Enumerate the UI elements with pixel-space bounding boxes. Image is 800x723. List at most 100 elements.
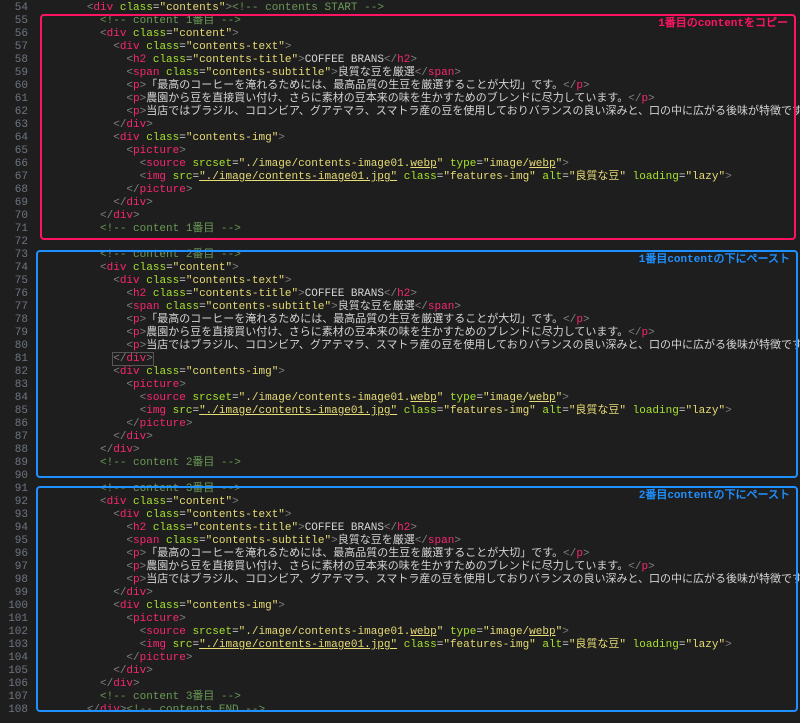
code-line[interactable] [34, 470, 800, 483]
code-line[interactable]: </picture> [34, 652, 800, 665]
line-number: 79 [0, 327, 34, 340]
code-line[interactable]: </div> [34, 197, 800, 210]
code-line[interactable]: <!-- content 2番目 --> [34, 457, 800, 470]
code-line[interactable]: <span class="contents-subtitle">良質な豆を厳選<… [34, 301, 800, 314]
line-number: 84 [0, 392, 34, 405]
line-number: 67 [0, 171, 34, 184]
line-number: 100 [0, 600, 34, 613]
code-line[interactable]: <div class="contents-img"> [34, 600, 800, 613]
line-number: 94 [0, 522, 34, 535]
line-number: 86 [0, 418, 34, 431]
line-number: 101 [0, 613, 34, 626]
code-line[interactable]: </picture> [34, 418, 800, 431]
code-line[interactable]: <div class="contents-img"> [34, 132, 800, 145]
code-line[interactable] [34, 236, 800, 249]
code-line[interactable]: <div class="contents-text"> [34, 41, 800, 54]
line-number: 58 [0, 54, 34, 67]
line-number: 91 [0, 483, 34, 496]
line-number: 77 [0, 301, 34, 314]
code-line[interactable]: <p>当店ではブラジル、コロンビア、グアテマラ、スマトラ産の豆を使用しておりバラ… [34, 340, 800, 353]
code-line[interactable]: </picture> [34, 184, 800, 197]
code-line[interactable]: <p>農園から豆を直接買い付け、さらに素材の豆本来の味を生かすためのブレンドに尽… [34, 561, 800, 574]
code-line[interactable]: </div> [34, 353, 800, 366]
code-line[interactable]: <!-- content 3番目 --> [34, 483, 800, 496]
line-number: 71 [0, 223, 34, 236]
code-line[interactable]: <source srcset="./image/contents-image01… [34, 392, 800, 405]
code-line[interactable]: <h2 class="contents-title">COFFEE BRANS<… [34, 288, 800, 301]
line-number: 59 [0, 67, 34, 80]
code-line[interactable]: <div class="contents-text"> [34, 275, 800, 288]
code-line[interactable]: </div> [34, 678, 800, 691]
code-line[interactable]: <div class="content"> [34, 28, 800, 41]
code-area[interactable]: <div class="contents"><!-- contents STAR… [34, 0, 800, 717]
line-number: 98 [0, 574, 34, 587]
code-line[interactable]: <!-- content 1番目 --> [34, 223, 800, 236]
line-number: 95 [0, 535, 34, 548]
line-number: 62 [0, 106, 34, 119]
code-line[interactable]: <p>「最高のコーヒーを淹れるためには、最高品質の生豆を厳選することが大切」です… [34, 314, 800, 327]
line-number: 80 [0, 340, 34, 353]
code-line[interactable]: <p>農園から豆を直接買い付け、さらに素材の豆本来の味を生かすためのブレンドに尽… [34, 327, 800, 340]
code-line[interactable]: <div class="contents"><!-- contents STAR… [34, 2, 800, 15]
line-number: 99 [0, 587, 34, 600]
line-number: 72 [0, 236, 34, 249]
code-line[interactable]: <div class="content"> [34, 262, 800, 275]
line-number: 66 [0, 158, 34, 171]
code-line[interactable]: <picture> [34, 379, 800, 392]
code-line[interactable]: <img src="./image/contents-image01.jpg" … [34, 639, 800, 652]
line-number: 85 [0, 405, 34, 418]
code-line[interactable]: <span class="contents-subtitle">良質な豆を厳選<… [34, 67, 800, 80]
line-number: 60 [0, 80, 34, 93]
line-number: 73 [0, 249, 34, 262]
code-line[interactable]: <source srcset="./image/contents-image01… [34, 158, 800, 171]
line-number: 102 [0, 626, 34, 639]
code-line[interactable]: </div> [34, 210, 800, 223]
line-number: 57 [0, 41, 34, 54]
code-line[interactable]: </div><!-- contents END --> [34, 704, 800, 717]
line-number: 107 [0, 691, 34, 704]
code-line[interactable]: <!-- content 3番目 --> [34, 691, 800, 704]
line-number: 69 [0, 197, 34, 210]
line-number: 56 [0, 28, 34, 41]
code-line[interactable]: <h2 class="contents-title">COFFEE BRANS<… [34, 54, 800, 67]
code-line[interactable]: <source srcset="./image/contents-image01… [34, 626, 800, 639]
line-number: 96 [0, 548, 34, 561]
line-number: 104 [0, 652, 34, 665]
code-line[interactable]: <span class="contents-subtitle">良質な豆を厳選<… [34, 535, 800, 548]
code-line[interactable]: </div> [34, 431, 800, 444]
code-line[interactable]: <p>当店ではブラジル、コロンビア、グアテマラ、スマトラ産の豆を使用しておりバラ… [34, 574, 800, 587]
code-line[interactable]: <div class="contents-text"> [34, 509, 800, 522]
code-line[interactable]: <div class="contents-img"> [34, 366, 800, 379]
line-number: 105 [0, 665, 34, 678]
line-number: 78 [0, 314, 34, 327]
code-line[interactable]: <!-- content 1番目 --> [34, 15, 800, 28]
line-number: 103 [0, 639, 34, 652]
code-line[interactable]: <picture> [34, 613, 800, 626]
line-number-gutter: 5455565758596061626364656667686970717273… [0, 0, 34, 717]
line-number: 63 [0, 119, 34, 132]
code-line[interactable]: <p>当店ではブラジル、コロンビア、グアテマラ、スマトラ産の豆を使用しておりバラ… [34, 106, 800, 119]
code-line[interactable]: <p>「最高のコーヒーを淹れるためには、最高品質の生豆を厳選することが大切」です… [34, 548, 800, 561]
line-number: 83 [0, 379, 34, 392]
code-line[interactable]: </div> [34, 119, 800, 132]
code-line[interactable]: <div class="content"> [34, 496, 800, 509]
code-line[interactable]: <img src="./image/contents-image01.jpg" … [34, 171, 800, 184]
code-editor[interactable]: 5455565758596061626364656667686970717273… [0, 0, 800, 723]
line-number: 55 [0, 15, 34, 28]
code-line[interactable]: <!-- content 2番目 --> [34, 249, 800, 262]
line-number: 64 [0, 132, 34, 145]
line-number: 108 [0, 704, 34, 717]
line-number: 88 [0, 444, 34, 457]
code-line[interactable]: </div> [34, 587, 800, 600]
code-line[interactable]: <p>「最高のコーヒーを淹れるためには、最高品質の生豆を厳選することが大切」です… [34, 80, 800, 93]
code-line[interactable]: <h2 class="contents-title">COFFEE BRANS<… [34, 522, 800, 535]
line-number: 75 [0, 275, 34, 288]
line-number: 68 [0, 184, 34, 197]
line-number: 61 [0, 93, 34, 106]
code-line[interactable]: <img src="./image/contents-image01.jpg" … [34, 405, 800, 418]
code-line[interactable]: </div> [34, 665, 800, 678]
code-line[interactable]: </div> [34, 444, 800, 457]
code-line[interactable]: <p>農園から豆を直接買い付け、さらに素材の豆本来の味を生かすためのブレンドに尽… [34, 93, 800, 106]
code-line[interactable]: <picture> [34, 145, 800, 158]
line-number: 92 [0, 496, 34, 509]
